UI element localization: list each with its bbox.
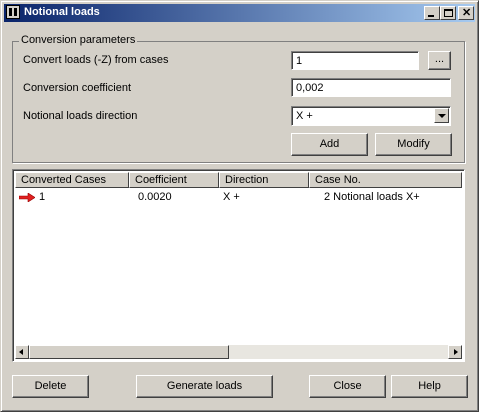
arrow-right-icon (19, 193, 35, 202)
group-legend: Conversion parameters (19, 34, 138, 46)
help-label: Help (418, 380, 441, 392)
add-button[interactable]: Add (291, 133, 368, 156)
close-icon: ✕ (462, 7, 472, 19)
column-header-converted-cases[interactable]: Converted Cases (15, 172, 129, 188)
delete-button[interactable]: Delete (12, 375, 89, 398)
add-label: Add (319, 138, 340, 150)
close-button[interactable]: Close (309, 375, 386, 398)
row-converted-cases[interactable]: 1 (39, 191, 45, 204)
maximize-button[interactable] (440, 6, 456, 20)
close-window-button[interactable]: ✕ (458, 6, 474, 20)
maximize-icon (444, 9, 453, 17)
title-bar[interactable]: Notional loads ✕ (4, 4, 475, 22)
notional-loads-dialog: Notional loads ✕ Conversion parameters C… (0, 0, 479, 412)
conversion-coefficient-input[interactable]: 0,002 (291, 78, 451, 97)
modify-label: Modify (397, 138, 430, 150)
help-button[interactable]: Help (391, 375, 468, 398)
row-case-no[interactable]: 2 Notional loads X+ (324, 191, 420, 204)
chevron-down-icon[interactable] (434, 108, 449, 123)
scroll-left-icon[interactable] (15, 345, 29, 359)
column-header-case-no[interactable]: Case No. (309, 172, 462, 188)
browse-label: ... (434, 53, 445, 65)
horizontal-scrollbar[interactable] (15, 345, 462, 359)
scroll-right-icon[interactable] (448, 345, 462, 359)
window-title: Notional loads (24, 6, 100, 18)
column-header-direction[interactable]: Direction (219, 172, 309, 188)
direction-select[interactable]: X + (291, 106, 451, 126)
notional-direction-label: Notional loads direction (23, 110, 138, 122)
minimize-icon (428, 15, 434, 17)
generate-loads-button[interactable]: Generate loads (136, 375, 273, 398)
row-direction[interactable]: X + (223, 191, 240, 204)
delete-label: Delete (34, 380, 67, 392)
generate-label: Generate loads (166, 380, 243, 392)
browse-cases-button[interactable]: ... (428, 51, 451, 70)
close-label: Close (333, 380, 362, 392)
direction-value: X + (296, 110, 313, 122)
conversion-coefficient-label: Conversion coefficient (23, 82, 132, 94)
minimize-button[interactable] (424, 6, 440, 20)
scroll-thumb[interactable] (29, 345, 229, 359)
column-header-coefficient[interactable]: Coefficient (129, 172, 219, 188)
modify-button[interactable]: Modify (375, 133, 452, 156)
convert-cases-input[interactable]: 1 (291, 51, 419, 70)
app-icon (6, 5, 20, 19)
convert-loads-label: Convert loads (-Z) from cases (23, 54, 169, 66)
row-coefficient[interactable]: 0.0020 (138, 191, 172, 204)
converted-cases-list[interactable]: Converted Cases Coefficient Direction Ca… (12, 169, 465, 362)
